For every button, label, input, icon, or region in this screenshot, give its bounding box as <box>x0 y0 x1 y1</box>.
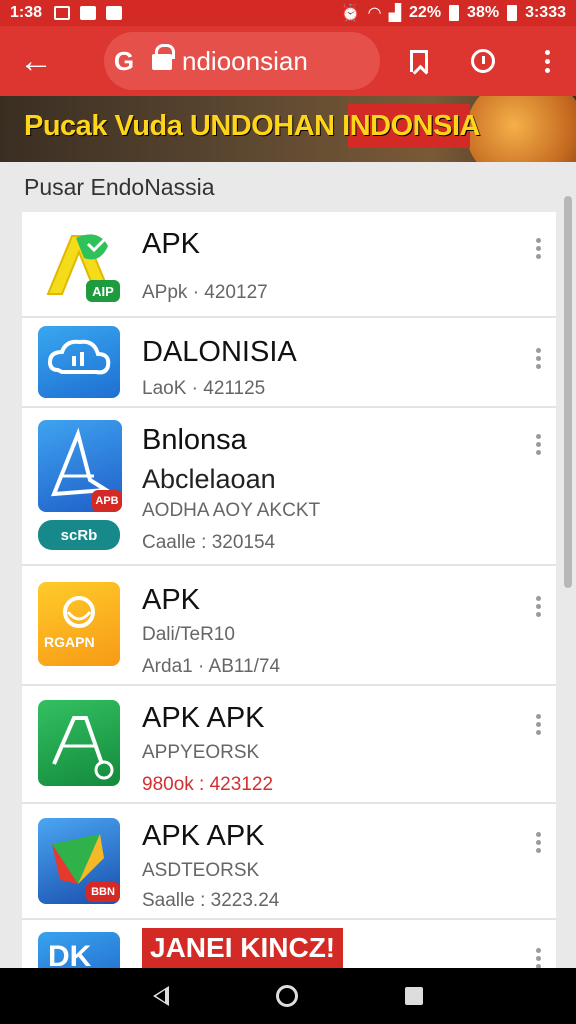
banner-decoration <box>466 96 576 162</box>
app-icon: DK <box>38 932 120 968</box>
list-item[interactable]: DK JANEI KINCZ! <box>22 920 556 968</box>
bookmark-icon[interactable] <box>404 46 434 76</box>
app-badge: APB <box>92 490 122 512</box>
app-icon: RGAPN <box>38 582 120 666</box>
app-icon: BBN <box>38 818 120 904</box>
list-item[interactable]: BBN APK APK ASDTEORSK Saalle : 3223.24 <box>22 804 556 920</box>
app-title: APK APK <box>142 702 265 734</box>
more-options-icon[interactable] <box>536 832 542 853</box>
app-meta: Saalle : 3223.24 <box>142 890 280 911</box>
app-title: APK APK <box>142 820 265 852</box>
app-icon <box>38 700 120 786</box>
url-bar[interactable]: G ndioonsian <box>104 32 380 90</box>
app-title: APK <box>142 228 201 260</box>
promo-banner[interactable]: Pucak Vuda UNDOHAN INDONSIA <box>0 96 576 162</box>
url-text[interactable]: ndioonsian <box>182 46 308 77</box>
list-item[interactable]: AIP APK APpk · 420127 <box>22 212 556 318</box>
battery-icon <box>449 5 460 21</box>
status-clock-right: 3:333 <box>525 4 566 21</box>
system-navigation-bar <box>0 968 576 1024</box>
app-meta: AODHA AOY AKCKT <box>142 500 321 521</box>
overflow-menu-icon[interactable] <box>532 46 562 76</box>
more-options-icon[interactable] <box>536 714 542 735</box>
app-meta: APPYEORSK <box>142 742 260 763</box>
app-title-banner: JANEI KINCZ! <box>142 928 344 968</box>
nav-home-icon[interactable] <box>275 985 298 1007</box>
app-meta: ASDTEORSK <box>142 860 260 881</box>
more-options-icon[interactable] <box>536 348 542 369</box>
app-badge-secondary: scRb <box>38 520 120 550</box>
history-clock-icon[interactable] <box>468 46 498 76</box>
app-title: DALONISIA <box>142 336 297 368</box>
app-list: AIP APK APpk · 420127 DALONISIA LaoK · 4… <box>22 212 556 968</box>
list-item[interactable]: RGAPN APK Dali/TeR10 Arda1 · AB11/74 <box>22 566 556 686</box>
nav-back-icon[interactable] <box>153 986 170 1006</box>
app-icon <box>38 326 120 398</box>
notification-icon <box>80 6 97 20</box>
status-bar: 1:38 ⏰ ◠ ▟ 22% 38% 3:333 <box>0 0 576 26</box>
list-item[interactable]: APK APK APPYEORSK 980ok : 423122 <box>22 686 556 804</box>
battery-percent: 22% <box>409 4 442 21</box>
app-badge: BBN <box>86 882 120 902</box>
battery-icon <box>507 5 518 21</box>
list-item[interactable]: DALONISIA LaoK · 421125 <box>22 318 556 408</box>
back-arrow-icon[interactable]: ← <box>0 26 72 96</box>
app-meta: Caalle : 320154 <box>142 532 276 553</box>
browser-toolbar: ← G ndioonsian <box>0 26 576 96</box>
app-icon: APB <box>38 420 122 512</box>
more-options-icon[interactable] <box>536 948 542 968</box>
list-item[interactable]: APB scRb Bnlonsa Abclelaoan AODHA AOY AK… <box>22 408 556 566</box>
more-options-icon[interactable] <box>536 238 542 259</box>
scrollbar[interactable] <box>564 196 572 588</box>
app-meta: Dali/TeR10 <box>142 624 235 645</box>
google-g-icon: G <box>113 45 135 76</box>
alarm-icon: ⏰ <box>340 5 361 22</box>
notification-icon <box>106 6 123 20</box>
status-time: 1:38 <box>10 4 43 21</box>
app-meta-highlight: 980ok : 423122 <box>142 774 274 795</box>
app-icon-label: RGAPN <box>44 634 95 650</box>
notification-icon <box>54 6 71 20</box>
more-options-icon[interactable] <box>536 596 542 617</box>
app-meta: Arda1 · AB11/74 <box>142 656 281 677</box>
app-title: APK <box>142 584 201 616</box>
app-title: Bnlonsa <box>142 424 247 456</box>
signal-icon: ▟ <box>388 5 402 22</box>
app-badge: AIP <box>86 280 120 302</box>
nav-recents-icon[interactable] <box>404 987 423 1005</box>
app-subtitle: Abclelaoan <box>142 464 276 494</box>
more-options-icon[interactable] <box>536 434 542 455</box>
app-meta: LaoK · 421125 <box>142 378 266 399</box>
battery-percent-2: 38% <box>467 4 500 21</box>
lock-icon <box>152 44 175 72</box>
app-meta: APpk · 420127 <box>142 282 268 303</box>
section-title: Pusar EndoNassia <box>24 174 215 200</box>
banner-headline: Pucak Vuda UNDOHAN INDONSIA <box>24 110 480 142</box>
app-icon: AIP <box>38 224 122 308</box>
wifi-icon: ◠ <box>368 5 381 22</box>
app-icon-label: DK <box>48 940 92 968</box>
